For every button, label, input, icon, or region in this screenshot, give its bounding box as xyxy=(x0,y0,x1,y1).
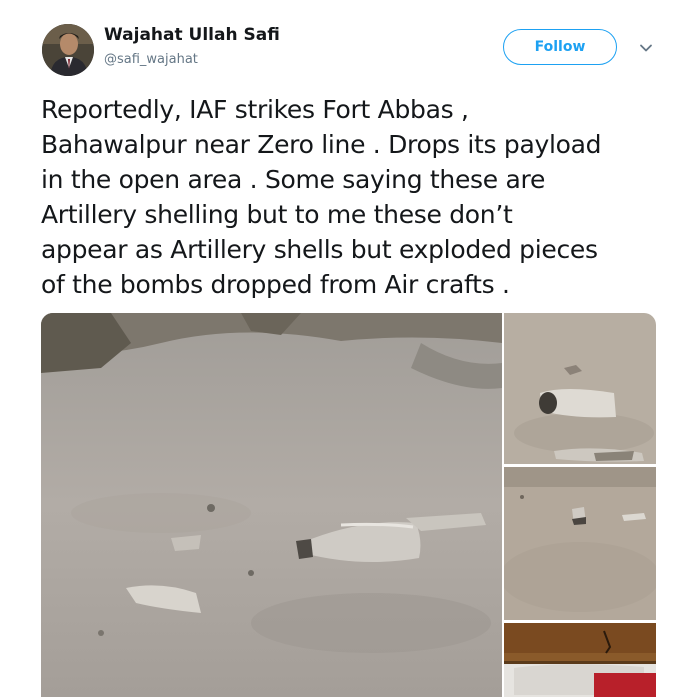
chevron-down-icon[interactable] xyxy=(636,38,656,58)
tweet: Wajahat Ullah Safi @safi_wajahat Follow … xyxy=(0,0,700,697)
follow-button[interactable]: Follow xyxy=(503,29,617,65)
photo-4[interactable] xyxy=(504,623,656,697)
author-handle[interactable]: @safi_wajahat xyxy=(104,52,198,67)
tweet-text: Reportedly, IAF strikes Fort Abbas , Bah… xyxy=(41,95,602,299)
author-display-name[interactable]: Wajahat Ullah Safi xyxy=(104,25,280,45)
photo-1[interactable] xyxy=(41,313,502,697)
photo-2[interactable] xyxy=(504,313,656,464)
media-grid xyxy=(41,313,656,697)
photo-3[interactable] xyxy=(504,467,656,620)
avatar[interactable] xyxy=(42,24,94,76)
